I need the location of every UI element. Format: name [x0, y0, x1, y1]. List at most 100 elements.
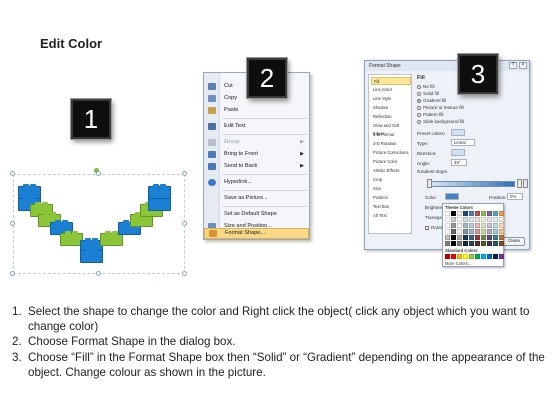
- color-swatch[interactable]: [451, 229, 456, 234]
- color-swatch[interactable]: [475, 223, 480, 228]
- remove-stop-button[interactable]: [523, 179, 528, 188]
- fill-option-no-fill[interactable]: No fill: [417, 84, 435, 89]
- color-swatch[interactable]: [463, 223, 468, 228]
- sidebar-item-fill[interactable]: Fill: [371, 77, 411, 85]
- fill-option-pattern[interactable]: Pattern fill: [417, 112, 443, 117]
- resize-handle-n[interactable]: [96, 171, 101, 176]
- color-swatch[interactable]: [499, 235, 504, 240]
- fill-option-picture[interactable]: Picture or texture fill: [417, 105, 464, 110]
- menu-item-save-as-picture[interactable]: Save as Picture...: [204, 193, 309, 204]
- standard-color-swatch[interactable]: [445, 254, 450, 259]
- color-swatch[interactable]: [475, 229, 480, 234]
- sidebar-item-reflection[interactable]: Reflection: [371, 113, 411, 121]
- standard-color-swatch[interactable]: [463, 254, 468, 259]
- color-swatch[interactable]: [481, 223, 486, 228]
- fill-option-slide-bg[interactable]: Slide background fill: [417, 119, 464, 124]
- sidebar-item-line-style[interactable]: Line Style: [371, 95, 411, 103]
- color-swatch[interactable]: [445, 211, 450, 216]
- gradient-stop-handle[interactable]: [427, 179, 432, 188]
- standard-color-swatch[interactable]: [469, 254, 474, 259]
- menu-item-edit-text[interactable]: Edit Text: [204, 121, 309, 132]
- resize-handle-e[interactable]: [182, 221, 187, 226]
- color-swatch[interactable]: [463, 211, 468, 216]
- type-dropdown[interactable]: Linear: [451, 139, 475, 146]
- color-swatch[interactable]: [445, 223, 450, 228]
- close-button[interactable]: Close: [503, 237, 525, 246]
- color-swatch[interactable]: [457, 235, 462, 240]
- sidebar-item-picture-corrections[interactable]: Picture Corrections: [371, 149, 411, 157]
- color-swatch[interactable]: [487, 217, 492, 222]
- color-swatch[interactable]: [493, 229, 498, 234]
- color-swatch[interactable]: [493, 235, 498, 240]
- sidebar-item-picture-color[interactable]: Picture Color: [371, 158, 411, 166]
- sidebar-item-3d-format[interactable]: 3-D Format: [371, 131, 411, 139]
- sidebar-item-position[interactable]: Position: [371, 194, 411, 202]
- resize-handle-se[interactable]: [182, 271, 187, 276]
- color-swatch[interactable]: [499, 211, 504, 216]
- color-swatch[interactable]: [475, 211, 480, 216]
- color-swatch[interactable]: [487, 211, 492, 216]
- color-swatch[interactable]: [493, 217, 498, 222]
- sidebar-item-crop[interactable]: Crop: [371, 176, 411, 184]
- color-swatch[interactable]: [463, 241, 468, 246]
- color-swatch[interactable]: [475, 217, 480, 222]
- color-swatch[interactable]: [463, 217, 468, 222]
- color-swatch[interactable]: [469, 241, 474, 246]
- menu-item-set-default-shape[interactable]: Set as Default Shape: [204, 209, 309, 220]
- menu-item-format-shape[interactable]: Format Shape...: [204, 228, 309, 239]
- color-swatch[interactable]: [457, 211, 462, 216]
- color-swatch[interactable]: [469, 223, 474, 228]
- sidebar-item-size[interactable]: Size: [371, 185, 411, 193]
- preset-colors-dropdown[interactable]: [451, 129, 465, 136]
- menu-item-group[interactable]: Group ▶: [204, 137, 309, 148]
- color-swatch[interactable]: [481, 211, 486, 216]
- direction-dropdown[interactable]: [451, 149, 465, 156]
- color-swatch[interactable]: [469, 211, 474, 216]
- color-swatch[interactable]: [463, 229, 468, 234]
- color-swatch[interactable]: [481, 217, 486, 222]
- sidebar-item-artistic-effects[interactable]: Artistic Effects: [371, 167, 411, 175]
- position-input[interactable]: 0%: [507, 193, 523, 200]
- gradient-stops-bar[interactable]: [427, 181, 515, 187]
- standard-color-swatch[interactable]: [457, 254, 462, 259]
- sidebar-item-text-box[interactable]: Text Box: [371, 203, 411, 211]
- resize-handle-w[interactable]: [10, 221, 15, 226]
- sidebar-item-shadow[interactable]: Shadow: [371, 104, 411, 112]
- color-swatch[interactable]: [499, 217, 504, 222]
- color-swatch[interactable]: [445, 235, 450, 240]
- color-picker-button[interactable]: [445, 193, 459, 200]
- color-swatch[interactable]: [499, 229, 504, 234]
- standard-color-swatch[interactable]: [499, 254, 504, 259]
- sidebar-item-glow[interactable]: Glow and Soft Edges: [371, 122, 411, 136]
- color-swatch[interactable]: [481, 235, 486, 240]
- color-swatch[interactable]: [469, 235, 474, 240]
- color-swatch[interactable]: [481, 241, 486, 246]
- fill-option-solid[interactable]: Solid fill: [417, 91, 439, 96]
- color-swatch[interactable]: [445, 217, 450, 222]
- standard-color-swatch[interactable]: [475, 254, 480, 259]
- help-icon[interactable]: ?: [509, 62, 517, 69]
- color-swatch[interactable]: [499, 223, 504, 228]
- color-swatch[interactable]: [457, 223, 462, 228]
- close-icon[interactable]: ×: [519, 62, 527, 69]
- standard-color-swatch[interactable]: [481, 254, 486, 259]
- more-colors-link[interactable]: More Colors...: [445, 261, 471, 266]
- color-swatch[interactable]: [451, 235, 456, 240]
- sidebar-item-alt-text[interactable]: Alt Text: [371, 212, 411, 220]
- color-swatch[interactable]: [457, 241, 462, 246]
- color-swatch[interactable]: [493, 223, 498, 228]
- standard-color-swatch[interactable]: [493, 254, 498, 259]
- standard-color-swatch[interactable]: [451, 254, 456, 259]
- color-swatch[interactable]: [451, 241, 456, 246]
- color-swatch[interactable]: [475, 241, 480, 246]
- color-swatch[interactable]: [475, 235, 480, 240]
- resize-handle-s[interactable]: [96, 271, 101, 276]
- resize-handle-ne[interactable]: [182, 171, 187, 176]
- menu-item-hyperlink[interactable]: Hyperlink...: [204, 177, 309, 188]
- menu-item-send-to-back[interactable]: Send to Back ▶: [204, 161, 309, 172]
- color-swatch[interactable]: [487, 235, 492, 240]
- color-swatch[interactable]: [451, 211, 456, 216]
- color-swatch[interactable]: [445, 229, 450, 234]
- color-swatch[interactable]: [469, 217, 474, 222]
- color-swatch[interactable]: [469, 229, 474, 234]
